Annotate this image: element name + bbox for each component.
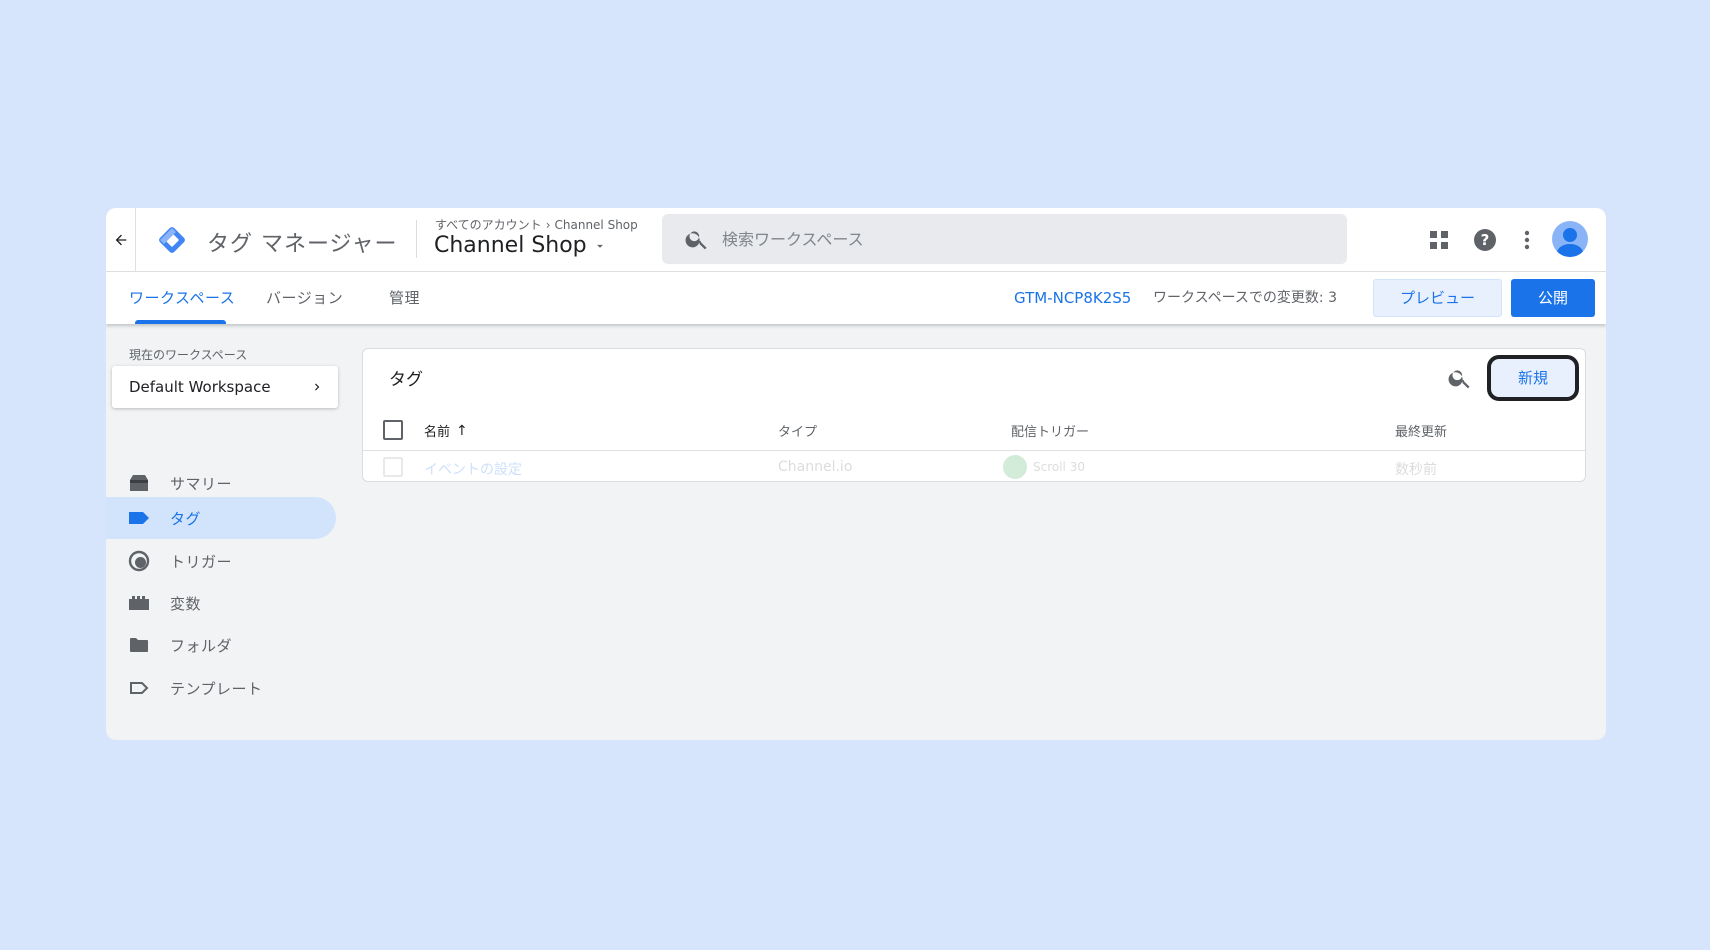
sidebar-item-label: テンプレート xyxy=(170,679,263,698)
tag-name-link[interactable]: イベントの設定 xyxy=(424,459,522,479)
gtm-window: タグ マネージャー すべてのアカウント › Channel Shop Chann… xyxy=(106,208,1606,740)
apps-grid-icon xyxy=(1430,231,1448,249)
workspace-search[interactable] xyxy=(662,214,1347,264)
sidebar-item-folders[interactable]: フォルダ xyxy=(106,624,336,666)
select-all-checkbox[interactable] xyxy=(383,420,403,440)
breadcrumb-all-accounts[interactable]: すべてのアカウント xyxy=(435,216,542,233)
trigger-chip[interactable]: Scroll 30 xyxy=(1003,455,1085,479)
column-name-label: 名前 xyxy=(424,425,451,440)
sidebar-item-templates[interactable]: テンプレート xyxy=(106,667,336,709)
workspace-toolbar: ワークスペース バージョン 管理 GTM-NCP8K2S5 ワークスペースでの変… xyxy=(106,272,1606,324)
help-icon: ? xyxy=(1474,229,1496,251)
sort-ascending-icon: ↑ xyxy=(456,422,468,439)
search-icon xyxy=(685,231,707,250)
sidebar-item-label: 変数 xyxy=(170,594,202,613)
row-checkbox[interactable] xyxy=(383,457,403,477)
dropdown-arrow-icon xyxy=(596,244,603,248)
container-name: Channel Shop xyxy=(434,233,587,258)
table-row[interactable]: イベントの設定 Channel.io Scroll 30 数秒前 xyxy=(363,451,1585,482)
tag-last-updated: 数秒前 xyxy=(1395,462,1437,478)
trigger-name: Scroll 30 xyxy=(1033,460,1085,474)
trigger-type-icon xyxy=(1003,455,1027,479)
column-header-last-updated[interactable]: 最終更新 xyxy=(1395,421,1447,440)
current-workspace-label: 現在のワークスペース xyxy=(129,348,248,362)
publish-button[interactable]: 公開 xyxy=(1511,279,1595,317)
apps-button[interactable] xyxy=(1423,224,1455,256)
column-header-name[interactable]: 名前 ↑ xyxy=(424,421,468,441)
breadcrumb-current[interactable]: Channel Shop xyxy=(555,218,638,232)
workspace-change-count: ワークスペースでの変更数: 3 xyxy=(1153,290,1337,306)
back-button[interactable] xyxy=(106,208,136,272)
preview-button[interactable]: プレビュー xyxy=(1373,279,1502,317)
summary-icon xyxy=(128,472,150,494)
sidebar-item-label: フォルダ xyxy=(170,636,233,655)
sidebar-item-triggers[interactable]: トリガー xyxy=(106,540,336,582)
search-icon[interactable] xyxy=(1447,365,1473,391)
breadcrumb: すべてのアカウント › Channel Shop xyxy=(435,216,638,233)
account-avatar[interactable] xyxy=(1552,221,1588,257)
sidebar-item-label: トリガー xyxy=(170,552,233,571)
gtm-logo-icon xyxy=(159,227,185,253)
column-header-type[interactable]: タイプ xyxy=(778,421,817,440)
sidebar-item-variables[interactable]: 変数 xyxy=(106,582,336,624)
tab-workspace[interactable]: ワークスペース xyxy=(129,272,235,324)
tag-icon xyxy=(128,507,150,529)
search-input[interactable] xyxy=(722,229,1282,249)
folder-icon xyxy=(128,634,150,656)
svg-text:?: ? xyxy=(1481,231,1490,249)
header-divider xyxy=(416,220,417,258)
more-vert-icon xyxy=(1524,230,1530,250)
user-icon xyxy=(1557,228,1583,257)
trigger-icon xyxy=(128,550,150,572)
arrow-back-icon xyxy=(115,234,126,246)
workspace-selector[interactable]: Default Workspace xyxy=(112,366,338,408)
chevron-right-icon xyxy=(315,383,320,391)
variable-icon xyxy=(128,592,150,614)
sidebar-item-tags[interactable]: タグ xyxy=(106,497,336,539)
help-button[interactable]: ? xyxy=(1469,224,1501,256)
product-name: タグ マネージャー xyxy=(207,232,398,257)
container-selector[interactable]: Channel Shop xyxy=(434,233,607,258)
more-options-button[interactable] xyxy=(1511,224,1543,256)
workspace-name: Default Workspace xyxy=(129,378,271,396)
sidebar-item-label: サマリー xyxy=(170,474,233,493)
tags-card: タグ 新規 名前 ↑ タイプ 配信トリガー 最終更新 イベントの設定 Chann… xyxy=(362,348,1586,482)
column-header-trigger[interactable]: 配信トリガー xyxy=(1011,421,1089,440)
sidebar-item-label: タグ xyxy=(170,509,202,528)
breadcrumb-separator: › xyxy=(545,217,551,232)
app-header: タグ マネージャー すべてのアカウント › Channel Shop Chann… xyxy=(106,208,1606,272)
tab-admin[interactable]: 管理 xyxy=(389,272,420,324)
tab-versions[interactable]: バージョン xyxy=(266,272,343,324)
card-title: タグ xyxy=(389,370,423,390)
template-icon xyxy=(128,677,150,699)
tag-type: Channel.io xyxy=(778,459,853,475)
active-tab-indicator xyxy=(135,320,226,324)
container-id[interactable]: GTM-NCP8K2S5 xyxy=(1014,272,1131,324)
new-tag-button[interactable]: 新規 xyxy=(1487,355,1579,401)
